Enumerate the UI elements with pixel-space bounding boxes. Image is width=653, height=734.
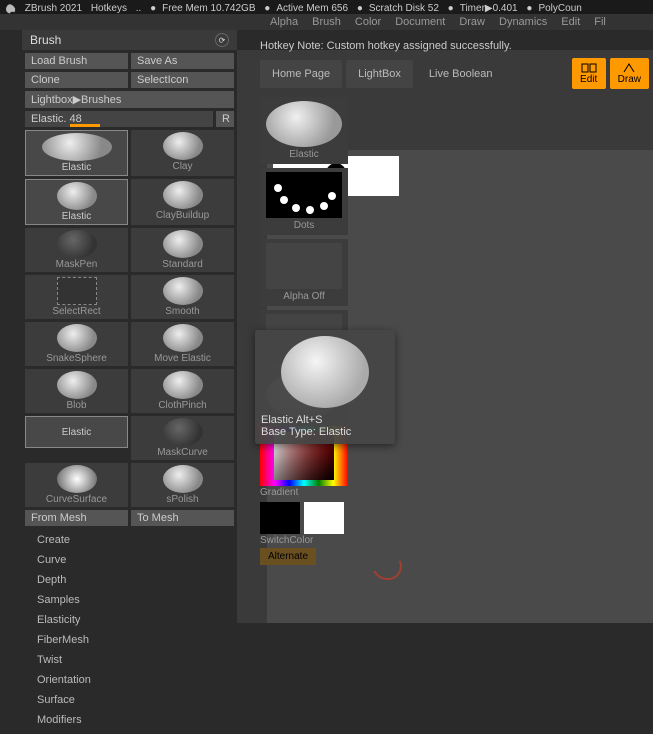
refresh-icon[interactable]: ⟳ (215, 33, 229, 47)
reset-button[interactable]: R (216, 111, 234, 127)
brush-maskcurve[interactable]: MaskCurve (131, 416, 234, 460)
brush-submenu-list: Create Curve Depth Samples Elasticity Fi… (25, 526, 234, 734)
home-page-tab[interactable]: Home Page (260, 60, 342, 88)
brush-search-input[interactable]: Elastic. 48 (25, 111, 213, 127)
submenu-depth[interactable]: Depth (37, 570, 222, 590)
submenu-surface[interactable]: Surface (37, 690, 222, 710)
active-mem: Active Mem 656 (276, 3, 348, 14)
draw-icon (620, 62, 638, 74)
tooltip-basetype: Base Type: Elastic (261, 426, 389, 438)
scratch-disk: Scratch Disk 52 (369, 3, 439, 14)
search-indicator (70, 124, 100, 127)
top-status-bar: ZBrush 2021 Hotkeys .. ●Free Mem 10.742G… (0, 0, 653, 14)
menu-file[interactable]: Fil (594, 16, 606, 28)
zbrush-logo-icon (4, 1, 18, 14)
live-boolean-tab[interactable]: Live Boolean (417, 60, 505, 88)
menu-draw[interactable]: Draw (459, 16, 485, 28)
hotkey-note: Hotkey Note: Custom hotkey assigned succ… (260, 38, 649, 58)
brush-panel-header: Brush ⟳ (22, 30, 237, 50)
submenu-curve[interactable]: Curve (37, 550, 222, 570)
clone-button[interactable]: Clone (25, 72, 128, 88)
from-mesh-button[interactable]: From Mesh (25, 510, 128, 526)
brush-grid: Elastic Clay Elastic ClayBuildup MaskPen… (25, 130, 234, 507)
submenu-orientation[interactable]: Orientation (37, 670, 222, 690)
brush-elastic[interactable]: Elastic (25, 130, 128, 176)
submenu-modifiers[interactable]: Modifiers (37, 710, 222, 730)
switchcolor-label[interactable]: SwitchColor (260, 535, 313, 546)
brush-spolish[interactable]: sPolish (131, 463, 234, 507)
submenu-fibermesh[interactable]: FiberMesh (37, 630, 222, 650)
main-color-swatch[interactable] (260, 502, 300, 534)
tooltip-title: Elastic Alt+S (261, 414, 389, 426)
brush-clothpinch[interactable]: ClothPinch (131, 369, 234, 413)
load-brush-button[interactable]: Load Brush (25, 53, 128, 69)
brush-moveelastic[interactable]: Move Elastic (131, 322, 234, 366)
brush-snakesphere[interactable]: SnakeSphere (25, 322, 128, 366)
brush-claybuildup[interactable]: ClayBuildup (131, 179, 234, 225)
edit-icon (580, 62, 598, 74)
save-as-button[interactable]: Save As (131, 53, 234, 69)
alpha-preview-icon (266, 243, 342, 289)
submenu-create[interactable]: Create (37, 530, 222, 550)
brush-blob[interactable]: Blob (25, 369, 128, 413)
menu-color[interactable]: Color (355, 16, 381, 28)
timer: Timer▶0.401 (460, 3, 518, 14)
current-brush-slot[interactable]: Elastic (260, 97, 348, 164)
stroke-preview-icon (266, 172, 342, 218)
left-dock-rail[interactable] (0, 50, 22, 623)
brush-standard[interactable]: Standard (131, 228, 234, 272)
menu-edit[interactable]: Edit (561, 16, 580, 28)
tooltip-brush-icon (281, 336, 369, 408)
submenu-samples[interactable]: Samples (37, 590, 222, 610)
submenu-twist[interactable]: Twist (37, 650, 222, 670)
secondary-color-swatch[interactable] (304, 502, 344, 534)
submenu-elasticity[interactable]: Elasticity (37, 610, 222, 630)
main-menu-bar: Alpha Brush Color Document Draw Dynamics… (0, 14, 653, 30)
menu-dynamics[interactable]: Dynamics (499, 16, 547, 28)
lightbox-brushes-button[interactable]: Lightbox▶Brushes (25, 91, 234, 108)
brush-curvesurface[interactable]: CurveSurface (25, 463, 128, 507)
polycount: PolyCoun (538, 3, 581, 14)
current-stroke-slot[interactable]: Dots (260, 168, 348, 235)
menu-document[interactable]: Document (395, 16, 445, 28)
free-mem: Free Mem 10.742GB (162, 3, 255, 14)
lightbox-tab[interactable]: LightBox (346, 60, 413, 88)
brush-elastic-2[interactable]: Elastic (25, 179, 128, 225)
current-alpha-slot[interactable]: Alpha Off (260, 239, 348, 306)
hotkeys-label[interactable]: Hotkeys (91, 3, 127, 14)
brush-panel: Load Brush Save As Clone SelectIcon Ligh… (22, 50, 237, 623)
alternate-button[interactable]: Alternate (260, 548, 316, 565)
menu-alpha[interactable]: Alpha (270, 16, 298, 28)
brush-preview-icon (266, 101, 342, 147)
select-icon-button[interactable]: SelectIcon (131, 72, 234, 88)
brush-maskpen[interactable]: MaskPen (25, 228, 128, 272)
gradient-label: Gradient (260, 487, 298, 498)
top-toolbar: Hotkey Note: Custom hotkey assigned succ… (260, 38, 649, 565)
draw-mode-button[interactable]: Draw (610, 58, 649, 89)
app-name: ZBrush 2021 (25, 3, 82, 14)
brush-selectrect[interactable]: SelectRect (25, 275, 128, 319)
panel-title-text: Brush (30, 33, 61, 47)
brush-elastic-3[interactable]: Elastic (25, 416, 128, 448)
menu-brush[interactable]: Brush (312, 16, 341, 28)
brush-smooth[interactable]: Smooth (131, 275, 234, 319)
brush-clay[interactable]: Clay (131, 130, 234, 176)
to-mesh-button[interactable]: To Mesh (131, 510, 234, 526)
edit-mode-button[interactable]: Edit (572, 58, 606, 89)
brush-tooltip: Elastic Alt+S Base Type: Elastic (255, 330, 395, 444)
